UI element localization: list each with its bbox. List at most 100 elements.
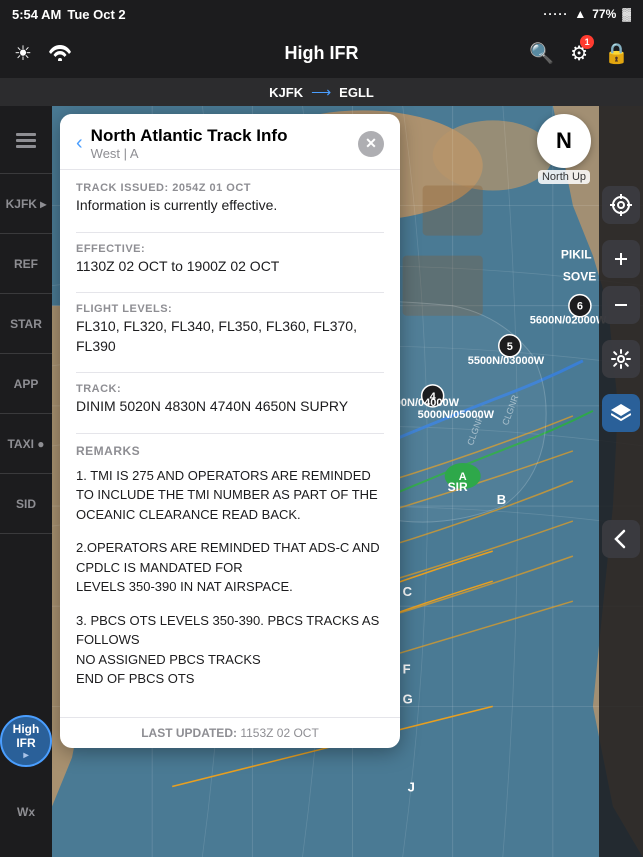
svg-text:G: G — [403, 691, 413, 706]
svg-text:5: 5 — [507, 341, 513, 353]
flight-levels-label: FLIGHT LEVELS: — [76, 303, 384, 315]
svg-text:5500N/03000W: 5500N/03000W — [468, 355, 545, 367]
sidebar-item-star[interactable]: STAR — [0, 294, 52, 354]
compass-circle[interactable]: N — [537, 114, 591, 168]
chevron-button[interactable] — [602, 520, 640, 558]
nav-right: 🔍 ⚙ 1 🔒 — [529, 41, 629, 66]
zoom-in-button[interactable] — [602, 240, 640, 278]
panel-close-button[interactable]: ✕ — [358, 131, 384, 157]
nav-title: High IFR — [285, 43, 359, 64]
sidebar-item-layers[interactable] — [0, 114, 52, 174]
remarks-section: REMARKS 1. TMI IS 275 AND OPERATORS ARE … — [76, 444, 384, 689]
battery-icon: ▓ — [622, 7, 631, 21]
effective-label: EFFECTIVE: — [76, 243, 384, 255]
svg-text:5000N/05000W: 5000N/05000W — [418, 409, 495, 421]
wx-label: Wx — [17, 805, 35, 819]
remark-item-1: 1. TMI IS 275 AND OPERATORS ARE REMINDED… — [76, 466, 384, 525]
sidebar-item-taxi[interactable]: TAXI ● — [0, 414, 52, 474]
effective-value: 1130Z 02 OCT to 1900Z 02 OCT — [76, 257, 384, 277]
taxi-label: TAXI ● — [7, 437, 44, 451]
panel-subtitle: West | A — [91, 146, 350, 161]
lock-icon[interactable]: 🔒 — [604, 41, 629, 66]
svg-text:5600N/02000W: 5600N/02000W — [530, 315, 607, 327]
svg-text:PIKIL: PIKIL — [561, 248, 592, 262]
panel-title-block: North Atlantic Track Info West | A — [91, 126, 350, 161]
status-left: 5:54 AM Tue Oct 2 — [12, 7, 126, 22]
svg-text:B: B — [497, 492, 506, 507]
divider-3 — [76, 372, 384, 373]
remark-item-3: 3. PBCS OTS LEVELS 350-390. PBCS TRACKS … — [76, 611, 384, 689]
close-icon: ✕ — [365, 135, 377, 152]
ref-label: REF — [14, 257, 38, 271]
star-label: STAR — [10, 317, 42, 331]
track-value: DINIM 5020N 4830N 4740N 4650N SUPRY — [76, 397, 384, 417]
svg-text:SOVE: SOVE — [563, 270, 596, 284]
panel-content[interactable]: TRACK ISSUED: 2054Z 01 OCT Information i… — [60, 170, 400, 717]
divider-1 — [76, 232, 384, 233]
app-label: APP — [14, 377, 39, 391]
left-sidebar: KJFK ▸ REF STAR APP TAXI ● SID High IFR … — [0, 106, 52, 857]
route-bar: KJFK ⟶ EGLL — [0, 78, 643, 106]
wifi-icon: ▲ — [574, 7, 586, 21]
north-up-compass[interactable]: N North Up — [535, 114, 593, 192]
battery-percent: 77% — [592, 7, 616, 21]
effective-section: EFFECTIVE: 1130Z 02 OCT to 1900Z 02 OCT — [76, 243, 384, 277]
high-ifr-badge[interactable]: High IFR ▸ — [0, 715, 52, 767]
track-label: TRACK: — [76, 383, 384, 395]
route-to: EGLL — [339, 85, 374, 100]
footer-label: LAST UPDATED: — [141, 726, 240, 740]
remarks-title: REMARKS — [76, 444, 384, 458]
svg-text:F: F — [403, 661, 411, 676]
flight-levels-value: FL310, FL320, FL340, FL350, FL360, FL370… — [76, 317, 384, 356]
high-ifr-arrow: ▸ — [23, 750, 28, 761]
main-area: KJFK ▸ REF STAR APP TAXI ● SID High IFR … — [0, 106, 643, 857]
sun-icon[interactable]: ☀ — [14, 41, 32, 66]
search-icon[interactable]: 🔍 — [529, 41, 554, 66]
panel-header: ‹ North Atlantic Track Info West | A ✕ — [60, 114, 400, 170]
wifi-nav-icon[interactable] — [48, 41, 72, 66]
time: 5:54 AM — [12, 7, 61, 22]
north-up-label: North Up — [538, 170, 590, 184]
panel-footer: LAST UPDATED: 1153Z 02 OCT — [60, 717, 400, 748]
status-right: ····· ▲ 77% ▓ — [543, 7, 631, 21]
sidebar-item-app[interactable]: APP — [0, 354, 52, 414]
status-bar: 5:54 AM Tue Oct 2 ····· ▲ 77% ▓ — [0, 0, 643, 28]
sidebar-item-wx[interactable]: Wx — [0, 787, 52, 837]
track-issued-value: Information is currently effective. — [76, 196, 384, 216]
track-issued-section: TRACK ISSUED: 2054Z 01 OCT Information i… — [76, 182, 384, 216]
date: Tue Oct 2 — [67, 7, 125, 22]
remark-item-2: 2.OPERATORS ARE REMINDED THAT ADS-C AND … — [76, 538, 384, 597]
high-ifr-line2: IFR — [16, 736, 35, 750]
zoom-out-button[interactable] — [602, 286, 640, 324]
sidebar-item-sid[interactable]: SID — [0, 474, 52, 534]
high-ifr-line1: High — [13, 722, 40, 736]
panel-back-button[interactable]: ‹ — [76, 132, 83, 155]
divider-2 — [76, 292, 384, 293]
panel-title: North Atlantic Track Info — [91, 126, 350, 146]
compass-n-letter: N — [556, 128, 572, 154]
settings-icon[interactable]: ⚙ 1 — [570, 41, 588, 66]
route-from: KJFK — [269, 85, 303, 100]
svg-text:J: J — [408, 780, 415, 795]
layers-icon — [15, 132, 37, 155]
track-section: TRACK: DINIM 5020N 4830N 4740N 4650N SUP… — [76, 383, 384, 417]
svg-text:6: 6 — [577, 301, 583, 313]
footer-value: 1153Z 02 OCT — [240, 726, 318, 740]
info-panel: ‹ North Atlantic Track Info West | A ✕ T… — [60, 114, 400, 748]
flight-levels-section: FLIGHT LEVELS: FL310, FL320, FL340, FL35… — [76, 303, 384, 356]
layer-toggle-button[interactable] — [602, 394, 640, 432]
signal-dots: ····· — [543, 7, 568, 21]
sidebar-item-ref[interactable]: REF — [0, 234, 52, 294]
nav-left: ☀ — [14, 41, 72, 66]
svg-text:C: C — [403, 584, 413, 599]
sid-label: SID — [16, 497, 36, 511]
top-nav: ☀ High IFR 🔍 ⚙ 1 🔒 — [0, 28, 643, 78]
kjfk-label: KJFK ▸ — [6, 197, 47, 211]
svg-text:SIR: SIR — [448, 480, 468, 494]
sidebar-item-kjfk[interactable]: KJFK ▸ — [0, 174, 52, 234]
divider-4 — [76, 433, 384, 434]
target-icon[interactable] — [602, 186, 640, 224]
map-area[interactable]: CLGNR CLGNR 6 5 4 3 A SOVE 5600N/02000W … — [52, 106, 643, 857]
track-issued-label: TRACK ISSUED: 2054Z 01 OCT — [76, 182, 384, 194]
settings-map-button[interactable] — [602, 340, 640, 378]
